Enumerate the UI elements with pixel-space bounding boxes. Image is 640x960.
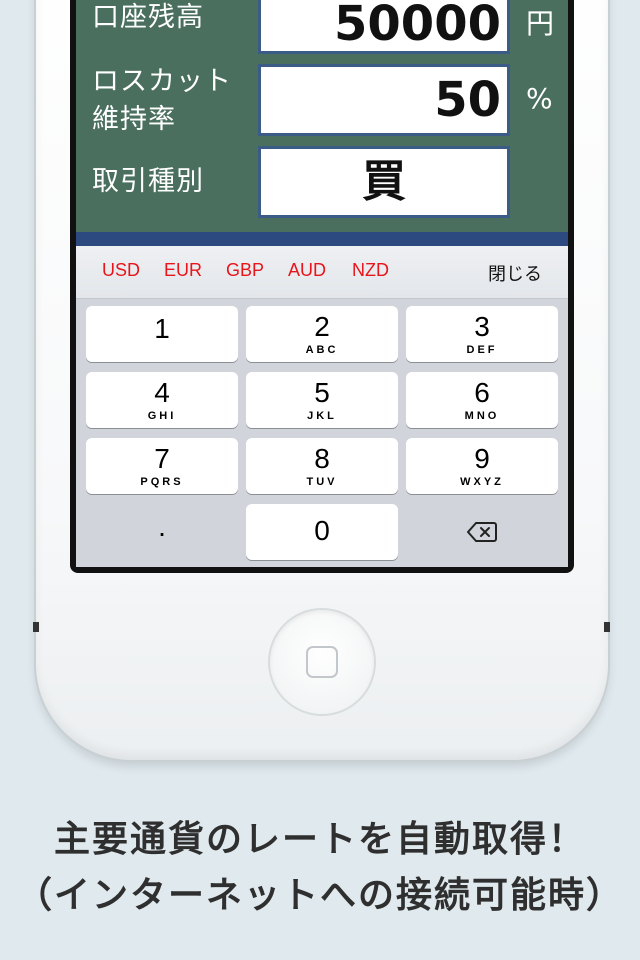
losscut-label-line1: ロスカット	[92, 66, 232, 97]
caption-line-2: （インターネットへの接続可能時）	[15, 875, 624, 916]
key-3-letters: DEF	[466, 344, 498, 356]
currency-gbp-button[interactable]: GBP	[226, 260, 264, 281]
key-3-number: 3	[474, 311, 490, 342]
key-5-letters: JKL	[307, 410, 337, 422]
trade-type-label: 取引種別	[92, 166, 204, 197]
caption-line-1: 主要通貨のレートを自動取得！	[53, 819, 586, 860]
key-9-number: 9	[474, 443, 490, 474]
home-square-icon	[306, 646, 338, 678]
key-9[interactable]: 9 WXYZ	[406, 438, 558, 494]
phone-side-button-left	[33, 622, 39, 632]
key-2[interactable]: 2 ABC	[246, 306, 398, 362]
key-5[interactable]: 5 JKL	[246, 372, 398, 428]
key-7[interactable]: 7 PQRS	[86, 438, 238, 494]
key-9-letters: WXYZ	[460, 476, 504, 488]
phone-screen: 口座残高 50000 円 ロスカット 維持率 50 % 取引種別 買 USD E…	[70, 0, 574, 573]
losscut-unit: %	[526, 82, 553, 115]
losscut-label-line2: 維持率	[92, 104, 176, 135]
key-4-letters: GHI	[147, 410, 177, 422]
balance-label: 口座残高	[92, 2, 204, 33]
key-decimal[interactable]: .	[86, 504, 238, 560]
currency-usd-button[interactable]: USD	[102, 260, 140, 281]
key-8[interactable]: 8 TUV	[246, 438, 398, 494]
calculator-form: 口座残高 50000 円 ロスカット 維持率 50 % 取引種別 買	[76, 0, 568, 232]
backspace-key[interactable]	[406, 504, 558, 560]
key-4-number: 4	[154, 377, 170, 408]
keyboard-accessory-bar: USD EUR GBP AUD NZD 閉じる	[76, 246, 568, 299]
balance-unit: 円	[526, 7, 555, 40]
phone-side-button-right	[604, 622, 610, 632]
key-8-letters: TUV	[306, 476, 338, 488]
key-decimal-symbol: .	[158, 511, 166, 542]
currency-eur-button[interactable]: EUR	[164, 260, 202, 281]
close-keyboard-button[interactable]: 閉じる	[488, 260, 542, 286]
key-8-number: 8	[314, 443, 330, 474]
key-2-letters: ABC	[305, 344, 339, 356]
trade-type-select[interactable]: 買	[258, 146, 510, 218]
key-2-number: 2	[314, 311, 330, 342]
numeric-keyboard: USD EUR GBP AUD NZD 閉じる 1 2 ABC 3 DEF 4	[76, 246, 568, 567]
currency-aud-button[interactable]: AUD	[288, 260, 326, 281]
backspace-icon	[467, 522, 497, 542]
key-7-number: 7	[154, 443, 170, 474]
key-3[interactable]: 3 DEF	[406, 306, 558, 362]
key-6-number: 6	[474, 377, 490, 408]
screen-content: 口座残高 50000 円 ロスカット 維持率 50 % 取引種別 買 USD E…	[76, 0, 568, 567]
key-0-number: 0	[314, 515, 330, 546]
key-5-number: 5	[314, 377, 330, 408]
balance-input[interactable]: 50000	[258, 0, 510, 54]
home-button[interactable]	[270, 610, 374, 714]
key-0[interactable]: 0	[246, 504, 398, 560]
key-1-number: 1	[154, 313, 170, 344]
form-divider	[76, 232, 568, 246]
currency-nzd-button[interactable]: NZD	[352, 260, 389, 281]
key-1[interactable]: 1	[86, 306, 238, 362]
losscut-rate-input[interactable]: 50	[258, 64, 510, 136]
key-7-letters: PQRS	[140, 476, 184, 488]
key-6-letters: MNO	[464, 410, 500, 422]
key-4[interactable]: 4 GHI	[86, 372, 238, 428]
key-6[interactable]: 6 MNO	[406, 372, 558, 428]
